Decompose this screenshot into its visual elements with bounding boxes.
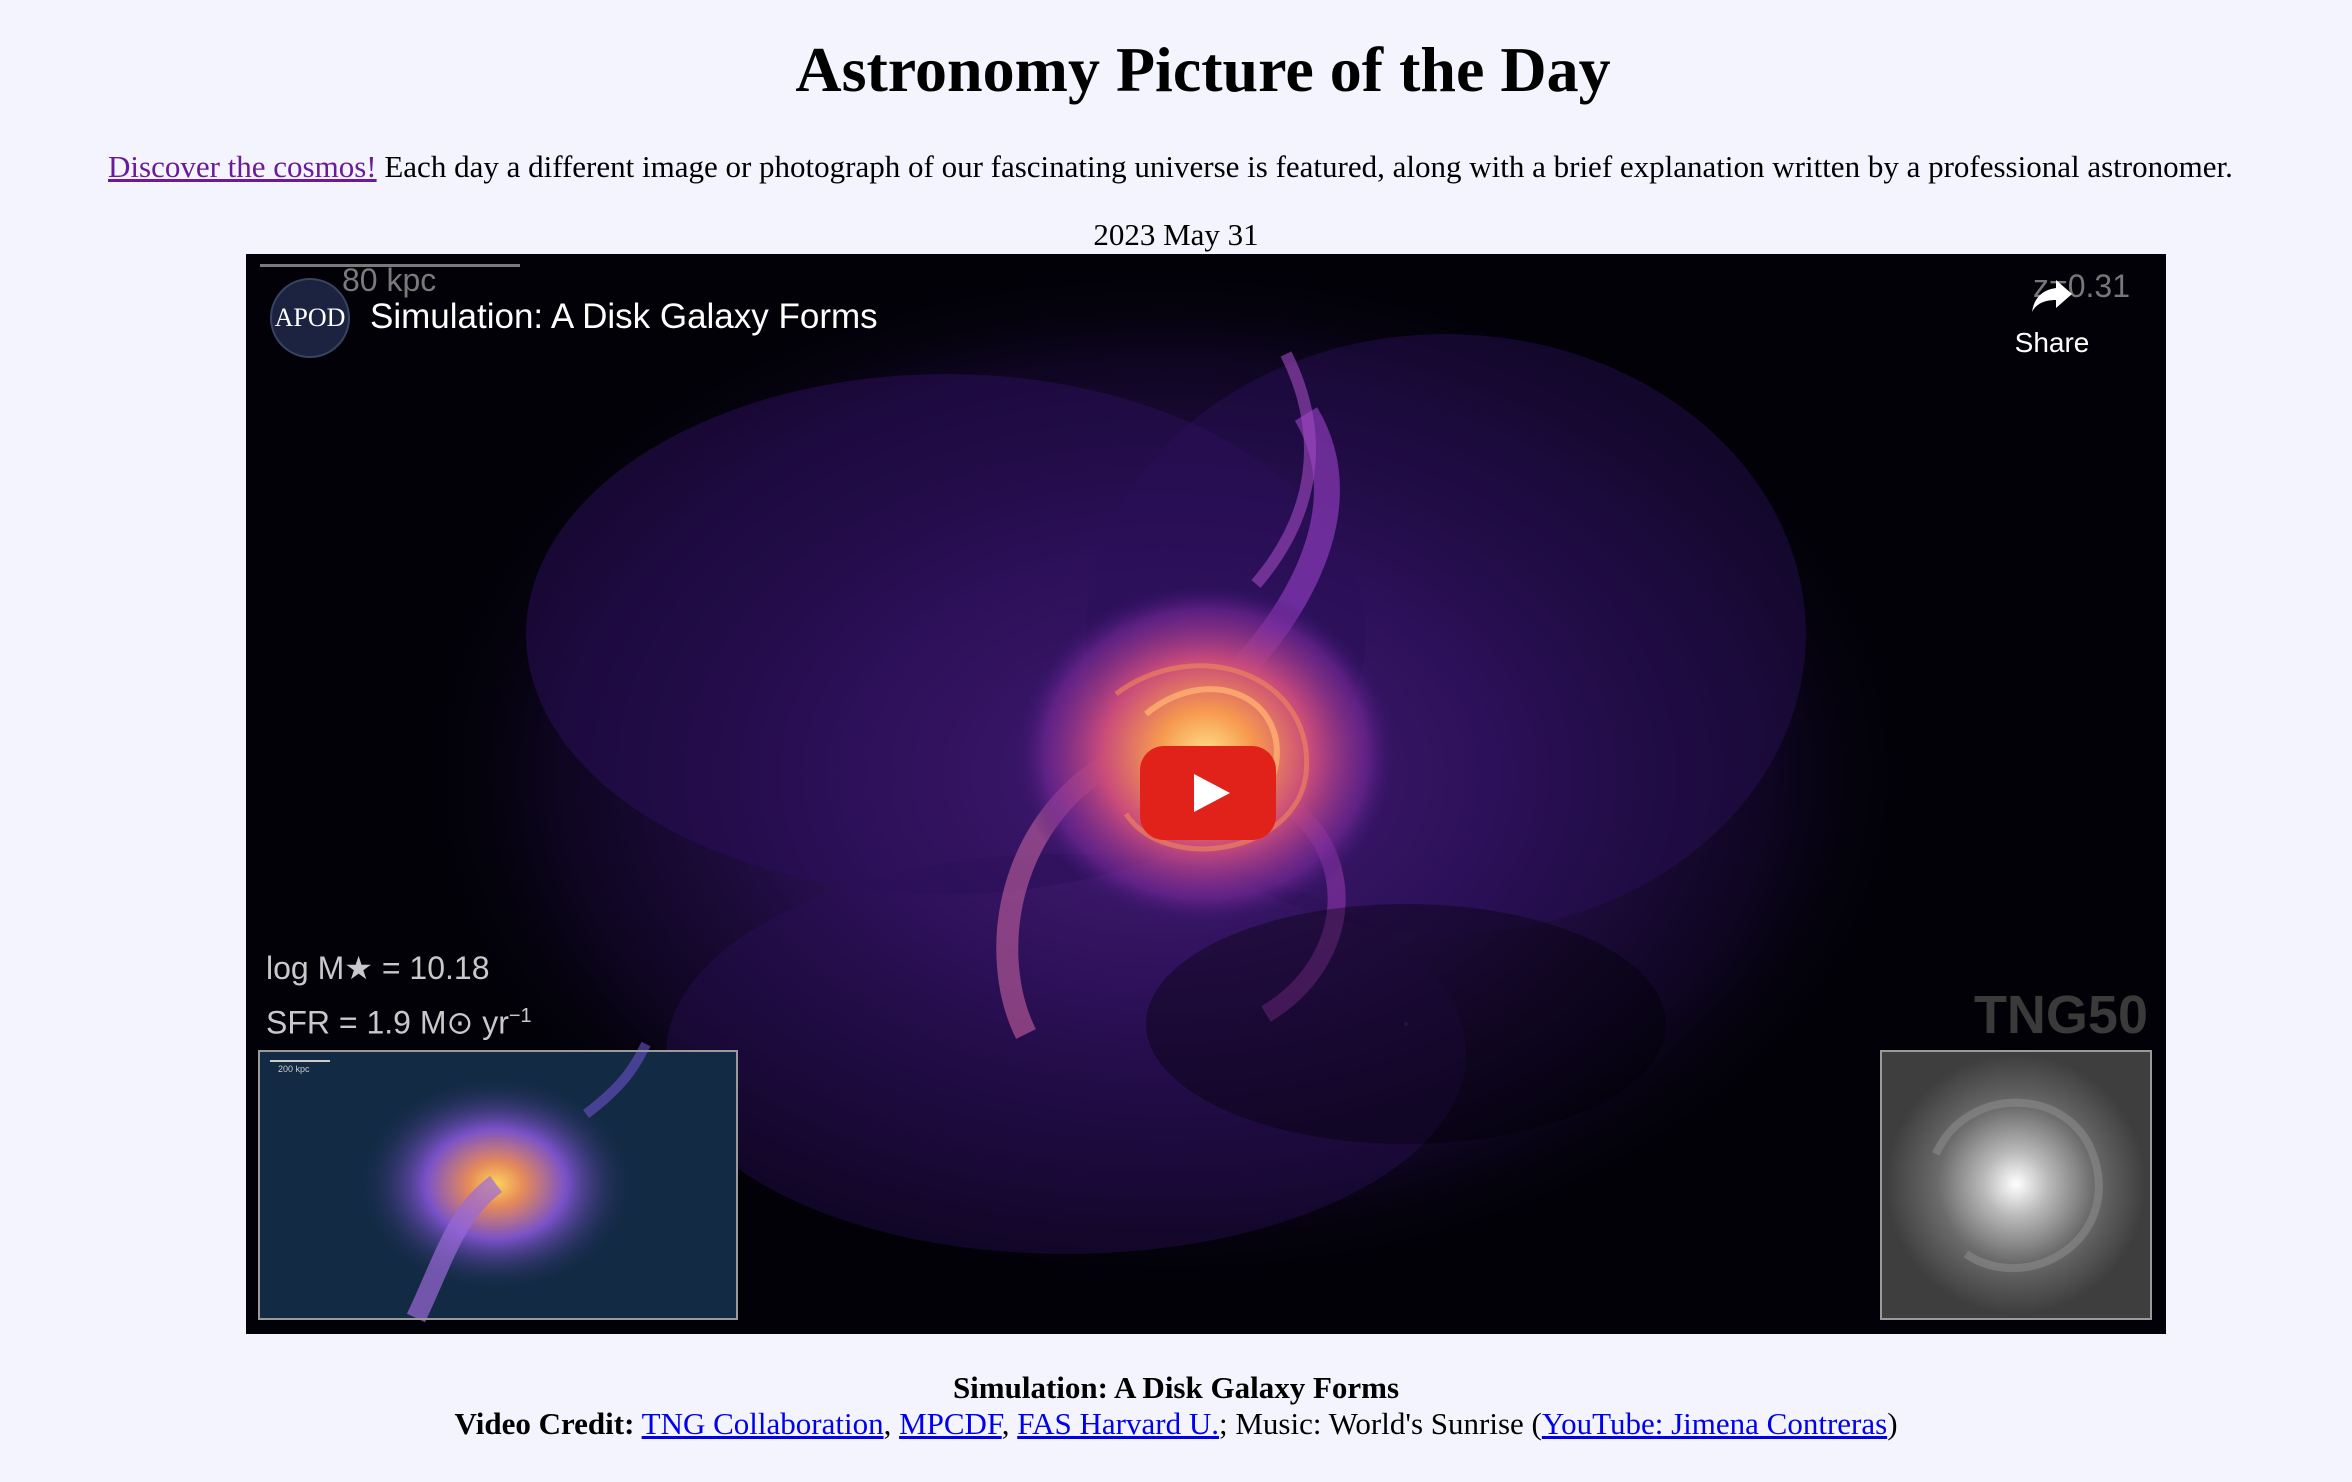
inset-scale-bar [270, 1060, 330, 1062]
caption: Simulation: A Disk Galaxy Forms Video Cr… [454, 1370, 1898, 1441]
share-label: Share [2014, 327, 2090, 358]
credit-link-tng[interactable]: TNG Collaboration [642, 1406, 884, 1441]
inset-scale-label: 200 kpc [278, 1064, 310, 1074]
inset-stellar-light [1880, 1050, 2152, 1320]
intro-text: Each day a different image or photograph… [376, 149, 2233, 184]
play-button[interactable] [1140, 746, 1276, 840]
sfr-label: SFR = 1.9 M⊙ yr−1 [266, 1004, 532, 1041]
share-button[interactable]: Share [2002, 278, 2102, 359]
stellar-mass-label: log M★ = 10.18 [266, 950, 490, 986]
youtube-link[interactable]: YouTube: Jimena Contreras [1542, 1406, 1887, 1441]
intro-paragraph: Discover the cosmos! Each day a differen… [108, 146, 2233, 188]
page-title: Astronomy Picture of the Day [795, 34, 1611, 105]
share-arrow-icon [2032, 280, 2072, 312]
video-player[interactable]: 80 kpc z=0.31 APOD Simulation: A Disk Ga… [246, 254, 2166, 1334]
caption-title: Simulation: A Disk Galaxy Forms [952, 1370, 1400, 1405]
music-text: ; Music: World's Sunrise ( [1218, 1406, 1542, 1441]
date-label: 2023 May 31 [1093, 217, 1259, 252]
channel-logo[interactable]: APOD [270, 278, 350, 358]
credit-link-harvard[interactable]: FAS Harvard U. [1017, 1406, 1219, 1441]
discover-cosmos-link[interactable]: Discover the cosmos! [108, 149, 377, 184]
inset-large-scale: 200 kpc [258, 1050, 738, 1320]
credit-link-mpcdf[interactable]: MPCDF [899, 1406, 1002, 1441]
video-title[interactable]: Simulation: A Disk Galaxy Forms [370, 294, 878, 340]
tng50-watermark: TNG50 [1973, 985, 2148, 1045]
credit-label: Video Credit: [454, 1406, 635, 1441]
